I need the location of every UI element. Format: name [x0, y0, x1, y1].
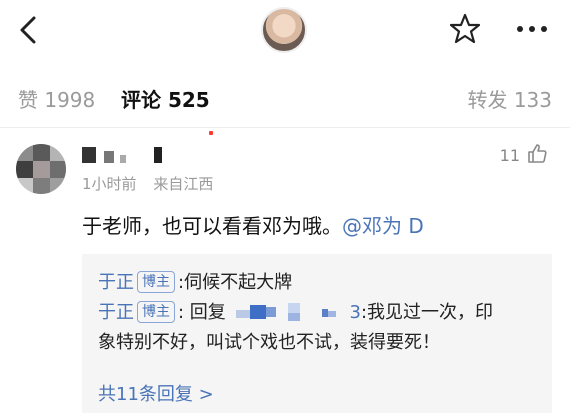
- reply-prefix: : 回复: [178, 302, 226, 323]
- comment-text: 于老师，也可以看看邓为哦。@邓为 D: [82, 210, 424, 239]
- thumbs-up-icon: [526, 142, 548, 168]
- commenter-avatar[interactable]: [16, 144, 66, 194]
- comment-meta: 1小时前 来自江西: [82, 173, 225, 194]
- tab-bar: 赞 1998 评论 525 转发 133: [0, 62, 570, 128]
- user-avatar[interactable]: [261, 7, 307, 53]
- reply-user[interactable]: 于正: [98, 272, 134, 293]
- top-bar: [0, 0, 570, 62]
- reply-target-suffix[interactable]: 3: [350, 302, 361, 323]
- like-button[interactable]: 11: [500, 142, 548, 168]
- active-tab-indicator: [209, 131, 213, 135]
- like-count: 11: [499, 145, 520, 165]
- comment-item: 1小时前 来自江西 11 于老师，也可以看看邓为哦。@邓为 D 于正 博主:伺候不…: [0, 136, 570, 413]
- author-badge: 博主: [137, 271, 175, 293]
- reply-item: 于正 博主:伺候不起大牌: [98, 268, 536, 298]
- replies-box: 于正 博主:伺候不起大牌 于正 博主: 回复 3:我见过一次，印 象特别不好，叫试个…: [82, 254, 552, 413]
- tab-comments[interactable]: 评论 525: [121, 84, 210, 113]
- reply-text-line2: 象特别不好，叫试个戏也不试，装得要死！: [98, 332, 440, 353]
- view-more-replies-link[interactable]: 共11条回复 >: [98, 380, 214, 406]
- reply-user[interactable]: 于正: [98, 302, 134, 323]
- comment-body: 于老师，也可以看看邓为哦。: [82, 214, 342, 238]
- tab-reposts[interactable]: 转发 133: [467, 84, 552, 113]
- comment-time: 1小时前: [82, 175, 137, 193]
- more-horizontal-icon[interactable]: [512, 16, 552, 42]
- mention-link[interactable]: @邓为 D: [342, 214, 424, 238]
- reply-text: 伺候不起大牌: [184, 272, 293, 293]
- tab-likes[interactable]: 赞 1998: [18, 84, 95, 113]
- star-icon[interactable]: [448, 12, 482, 46]
- reply-item: 于正 博主: 回复 3:我见过一次，印: [98, 298, 536, 328]
- reply-text-line1: :我见过一次，印: [360, 302, 494, 323]
- chevron-left-icon[interactable]: [12, 10, 46, 50]
- author-badge: 博主: [137, 301, 175, 323]
- comment-location: 来自江西: [153, 175, 214, 193]
- commenter-username-redacted[interactable]: [82, 142, 202, 166]
- redacted-username[interactable]: [232, 301, 350, 321]
